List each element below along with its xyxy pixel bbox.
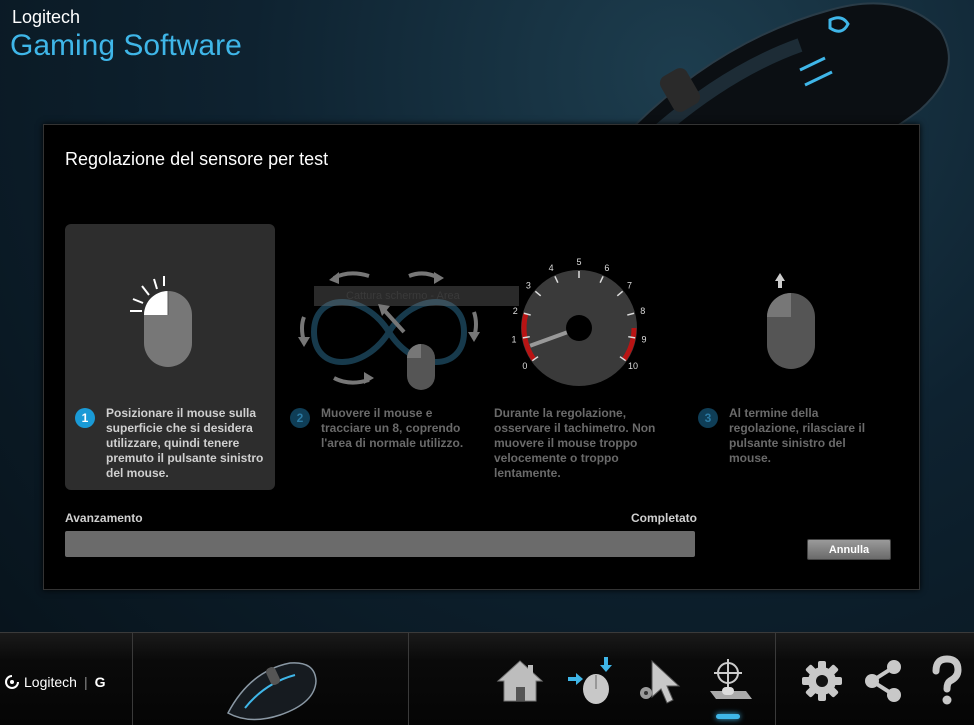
logo-g: G <box>94 674 106 690</box>
step-2-text: Muovere il mouse e tracciare un 8, copre… <box>321 406 464 450</box>
active-nav-indicator <box>716 714 740 719</box>
mouse-release-illustration <box>767 273 815 369</box>
gauge-label: 0 <box>522 361 527 371</box>
step-gauge-text: Durante la regolazione, osservare il tac… <box>494 406 656 480</box>
pointer-settings-icon[interactable] <box>634 655 686 707</box>
device-settings-icon[interactable] <box>564 655 616 707</box>
completed-label: Completato <box>631 511 697 525</box>
gauge-label: 2 <box>513 306 518 316</box>
app-title: Gaming Software <box>10 29 242 62</box>
figure-eight-illustration <box>298 271 480 390</box>
cancel-button[interactable]: Annulla <box>807 539 891 560</box>
gauge-label: 3 <box>526 281 531 291</box>
logitech-logo: Logitech | G <box>4 674 105 690</box>
tachometer-gauge: 0 1 2 3 4 5 6 7 8 9 10 <box>511 257 647 386</box>
gauge-label: 7 <box>627 281 632 291</box>
step-1-number: 1 <box>75 408 95 428</box>
device-mouse-image[interactable] <box>220 653 320 723</box>
hero-mouse-image <box>628 2 950 130</box>
sensor-tuning-dialog: Regolazione del sensore per test 1 Posiz… <box>43 124 920 590</box>
bottom-navigation-bar: Logitech | G <box>0 632 974 725</box>
step-3-text: Al termine della regolazione, rilasciare… <box>729 406 866 465</box>
step-1-text: Posizionare il mouse sulla superficie ch… <box>106 406 264 480</box>
gauge-label: 9 <box>641 334 646 344</box>
gauge-label: 10 <box>628 361 638 371</box>
gauge-label: 8 <box>640 306 645 316</box>
share-icon[interactable] <box>858 655 910 707</box>
gauge-label: 1 <box>511 334 516 344</box>
brand-name: Logitech <box>12 7 81 27</box>
progress-bar <box>65 531 695 557</box>
gear-icon[interactable] <box>796 655 848 707</box>
mouse-click-illustration <box>130 276 192 367</box>
gauge-label: 4 <box>549 263 554 273</box>
surface-tuning-icon[interactable] <box>704 655 756 707</box>
progress-label: Avanzamento <box>65 511 143 525</box>
logo-text: Logitech <box>24 674 77 690</box>
step-3-number: 3 <box>698 408 718 428</box>
logitech-mark-icon <box>5 675 19 689</box>
gauge-label: 6 <box>604 263 609 273</box>
home-icon[interactable] <box>494 655 546 707</box>
help-icon[interactable] <box>920 655 972 707</box>
screen-capture-tooltip: Cattura schermo - Area <box>314 286 519 306</box>
step-2-number: 2 <box>290 408 310 428</box>
gauge-label: 5 <box>576 257 581 267</box>
dialog-title: Regolazione del sensore per test <box>65 149 329 169</box>
